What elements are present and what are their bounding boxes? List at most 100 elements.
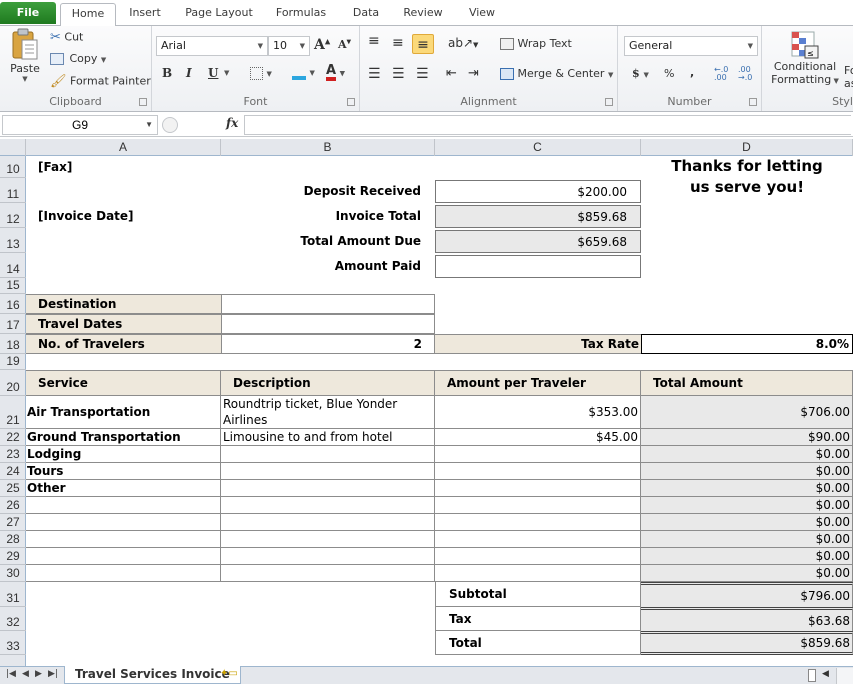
align-middle-button[interactable]: ≡ — [392, 36, 404, 50]
service-cell[interactable]: Other — [26, 480, 221, 497]
total-amount-cell[interactable]: $0.00 — [641, 514, 853, 531]
font-color-button[interactable]: A ▼ — [326, 64, 345, 81]
summary-value[interactable]: $200.00 — [435, 180, 641, 203]
tab-file[interactable]: File — [0, 2, 56, 24]
description-cell[interactable] — [221, 463, 435, 480]
insert-function-button[interactable]: fx — [226, 116, 238, 130]
name-box[interactable]: G9 ▼ — [2, 115, 158, 135]
align-center-button[interactable]: ☰ — [392, 66, 405, 82]
row-header[interactable]: 24 — [0, 463, 26, 480]
amount-per-traveler-cell[interactable] — [435, 514, 641, 531]
align-top-button[interactable]: ≡ — [368, 34, 380, 48]
fill-color-button[interactable]: ▼ — [292, 64, 315, 80]
totals-value[interactable]: $859.68 — [641, 631, 853, 655]
row-header[interactable]: 10 — [0, 156, 26, 178]
row-header[interactable]: 22 — [0, 429, 26, 446]
bold-button[interactable]: B — [162, 66, 172, 80]
tab-view[interactable]: View — [460, 3, 504, 26]
fax-cell[interactable]: [Fax] — [26, 156, 221, 178]
description-cell[interactable] — [221, 497, 435, 514]
currency-button[interactable]: $ ▼ — [632, 67, 649, 80]
formula-input[interactable] — [244, 115, 851, 135]
total-amount-cell[interactable]: $706.00 — [641, 396, 853, 429]
amount-per-traveler-cell[interactable]: $353.00 — [435, 396, 641, 429]
service-cell[interactable] — [26, 565, 221, 582]
prev-sheet-icon[interactable]: ◀ — [22, 669, 29, 679]
italic-button[interactable]: I — [186, 66, 192, 80]
description-cell[interactable] — [221, 531, 435, 548]
first-sheet-icon[interactable]: |◀ — [6, 669, 16, 679]
invoice-date-cell[interactable]: [Invoice Date] — [26, 203, 221, 228]
total-amount-cell[interactable]: $0.00 — [641, 531, 853, 548]
tab-data[interactable]: Data — [346, 3, 386, 26]
amount-per-traveler-cell[interactable] — [435, 531, 641, 548]
total-amount-cell[interactable]: $0.00 — [641, 548, 853, 565]
totals-value[interactable]: $63.68 — [641, 607, 853, 631]
tab-formulas[interactable]: Formulas — [270, 3, 332, 26]
total-amount-cell[interactable]: $0.00 — [641, 463, 853, 480]
total-amount-cell[interactable]: $0.00 — [641, 446, 853, 463]
service-cell[interactable]: Air Transportation — [26, 396, 221, 429]
number-launcher-icon[interactable] — [749, 98, 757, 106]
tab-split-handle[interactable] — [808, 669, 816, 682]
align-right-button[interactable]: ☰ — [416, 66, 429, 82]
tab-review[interactable]: Review — [398, 3, 448, 26]
description-cell[interactable] — [221, 548, 435, 565]
insert-sheet-icon[interactable]: ✦▭ — [220, 668, 246, 683]
service-cell[interactable]: Ground Transportation — [26, 429, 221, 446]
format-as-table-button[interactable]: Fo as — [844, 64, 853, 90]
row-header[interactable]: 18 — [0, 334, 26, 354]
align-bottom-button[interactable]: ≡ — [412, 34, 434, 54]
decrease-indent-button[interactable]: ⇤ — [446, 66, 457, 81]
percent-button[interactable]: % — [664, 67, 674, 80]
number-format-combo[interactable]: General ▼ — [624, 36, 758, 56]
row-header[interactable]: 14 — [0, 253, 26, 278]
amount-per-traveler-cell[interactable] — [435, 463, 641, 480]
row-header[interactable]: 28 — [0, 531, 26, 548]
font-launcher-icon[interactable] — [347, 98, 355, 106]
last-sheet-icon[interactable]: ▶| — [48, 669, 58, 679]
total-amount-cell[interactable]: $0.00 — [641, 497, 853, 514]
sheet-tab-travel-services-invoice[interactable]: Travel Services Invoice — [64, 666, 241, 684]
service-cell[interactable]: Tours — [26, 463, 221, 480]
row-header[interactable]: 21 — [0, 396, 26, 429]
underline-dropdown-icon[interactable]: ▼ — [224, 69, 229, 77]
select-all-button[interactable] — [0, 139, 26, 156]
row-header[interactable]: 33 — [0, 631, 26, 655]
cut-button[interactable]: ✂ Cut — [50, 30, 83, 45]
trip-value[interactable] — [221, 294, 435, 314]
row-header[interactable]: 17 — [0, 314, 26, 334]
description-cell[interactable] — [221, 480, 435, 497]
row-header[interactable]: 13 — [0, 228, 26, 253]
row-header[interactable]: 19 — [0, 354, 26, 370]
row-header[interactable]: 31 — [0, 582, 26, 607]
comma-button[interactable]: , — [690, 66, 694, 79]
description-cell[interactable] — [221, 514, 435, 531]
paste-button[interactable]: Paste ▼ — [6, 28, 44, 90]
tab-insert[interactable]: Insert — [122, 3, 168, 26]
row-header[interactable]: 20 — [0, 370, 26, 396]
row-header[interactable]: 25 — [0, 480, 26, 497]
service-cell[interactable] — [26, 531, 221, 548]
row-header[interactable]: 29 — [0, 548, 26, 565]
column-header-d[interactable]: D — [641, 139, 853, 156]
row-header[interactable]: 27 — [0, 514, 26, 531]
alignment-launcher-icon[interactable] — [605, 98, 613, 106]
total-amount-cell[interactable]: $0.00 — [641, 480, 853, 497]
description-cell[interactable] — [221, 565, 435, 582]
total-amount-cell[interactable]: $0.00 — [641, 565, 853, 582]
row-header[interactable]: 26 — [0, 497, 26, 514]
amount-per-traveler-cell[interactable] — [435, 565, 641, 582]
column-header-a[interactable]: A — [26, 139, 221, 156]
amount-per-traveler-cell[interactable] — [435, 497, 641, 514]
row-header[interactable]: 12 — [0, 203, 26, 228]
tax-rate-value[interactable]: 8.0% — [641, 334, 853, 354]
tab-home[interactable]: Home — [60, 3, 116, 27]
service-cell[interactable] — [26, 514, 221, 531]
description-cell[interactable] — [221, 446, 435, 463]
service-cell[interactable]: Lodging — [26, 446, 221, 463]
shrink-font-button[interactable]: A▼ — [338, 38, 351, 51]
next-sheet-icon[interactable]: ▶ — [35, 669, 42, 679]
column-header-c[interactable]: C — [435, 139, 641, 156]
amount-per-traveler-cell[interactable] — [435, 480, 641, 497]
